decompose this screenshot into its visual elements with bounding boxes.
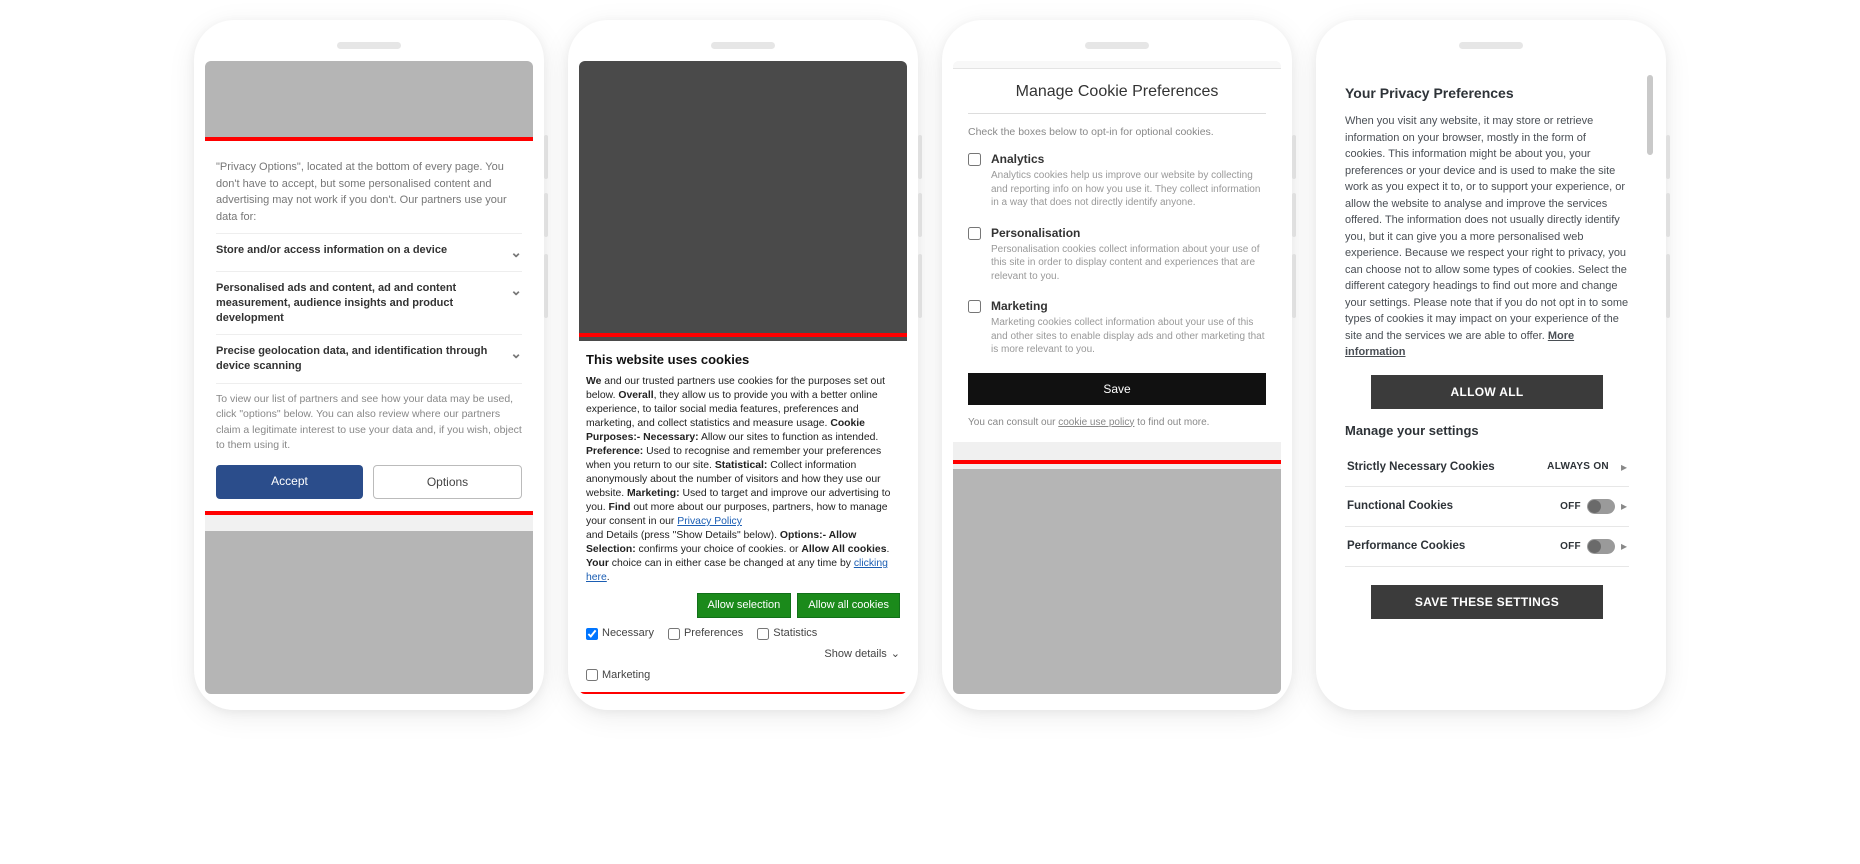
chevron-down-icon: ⌄ xyxy=(891,647,900,662)
purpose-row-geo[interactable]: Precise geolocation data, and identifica… xyxy=(216,334,522,383)
setting-name: Strictly Necessary Cookies xyxy=(1347,461,1495,473)
panel-intro: Check the boxes below to opt-in for opti… xyxy=(968,126,1266,138)
chevron-down-icon: ⌄ xyxy=(502,344,522,363)
option-desc: Marketing cookies collect information ab… xyxy=(991,316,1266,357)
setting-row-strictly-necessary[interactable]: Strictly Necessary Cookies ALWAYS ON ▸ xyxy=(1345,448,1629,487)
screen-1: "Privacy Options", located at the bottom… xyxy=(205,61,533,694)
necessary-checkbox[interactable]: Necessary xyxy=(586,626,654,641)
phone-mock-1: "Privacy Options", located at the bottom… xyxy=(194,20,544,710)
analytics-checkbox[interactable] xyxy=(968,153,981,166)
allow-all-button[interactable]: Allow all cookies xyxy=(797,593,900,618)
toggle-switch[interactable] xyxy=(1587,539,1615,554)
marketing-option: Marketing Marketing cookies collect info… xyxy=(968,299,1266,357)
setting-state: OFF xyxy=(1560,501,1581,512)
statistics-checkbox[interactable]: Statistics xyxy=(757,626,817,641)
purpose-label: Store and/or access information on a dev… xyxy=(216,243,447,258)
privacy-preferences-panel: Your Privacy Preferences When you visit … xyxy=(1331,69,1643,635)
cookie-policy-link[interactable]: cookie use policy xyxy=(1058,417,1134,428)
panel-body: When you visit any website, it may store… xyxy=(1345,113,1629,361)
show-details-toggle[interactable]: Show details⌄ xyxy=(824,647,900,662)
setting-state: ALWAYS ON xyxy=(1547,461,1609,472)
phone-speaker xyxy=(1085,42,1149,49)
marketing-checkbox[interactable] xyxy=(968,300,981,313)
phone-mock-2: This website uses cookies We and our tru… xyxy=(568,20,918,710)
option-label: Personalisation xyxy=(991,226,1266,240)
cookie-banner-1: "Privacy Options", located at the bottom… xyxy=(205,141,533,513)
screen-2: This website uses cookies We and our tru… xyxy=(579,61,907,694)
preferences-checkbox[interactable]: Preferences xyxy=(668,626,743,641)
allow-selection-button[interactable]: Allow selection xyxy=(697,593,792,618)
purpose-label: Precise geolocation data, and identifica… xyxy=(216,344,502,374)
chevron-down-icon: ⌄ xyxy=(502,281,522,300)
personalisation-checkbox[interactable] xyxy=(968,227,981,240)
setting-name: Functional Cookies xyxy=(1347,500,1453,512)
phone-speaker xyxy=(337,42,401,49)
banner-title: This website uses cookies xyxy=(586,351,900,369)
purpose-row-store[interactable]: Store and/or access information on a dev… xyxy=(216,233,522,271)
screen-4: Your Privacy Preferences When you visit … xyxy=(1327,61,1655,694)
panel-footer: You can consult our cookie use policy to… xyxy=(968,417,1266,428)
toggle-switch[interactable] xyxy=(1587,499,1615,514)
screen-3: Manage Cookie Preferences Check the boxe… xyxy=(953,61,1281,694)
scrollbar[interactable] xyxy=(1647,75,1653,155)
banner-body: We and our trusted partners use cookies … xyxy=(586,375,900,586)
phone-mock-4: Your Privacy Preferences When you visit … xyxy=(1316,20,1666,710)
panel-title: Manage Cookie Preferences xyxy=(968,83,1266,114)
allow-all-button[interactable]: ALLOW ALL xyxy=(1371,375,1604,409)
setting-state: OFF xyxy=(1560,541,1581,552)
chevron-right-icon: ▸ xyxy=(1621,460,1627,474)
setting-row-performance[interactable]: Performance Cookies OFF ▸ xyxy=(1345,527,1629,567)
chevron-right-icon: ▸ xyxy=(1621,539,1627,553)
setting-row-functional[interactable]: Functional Cookies OFF ▸ xyxy=(1345,487,1629,527)
phone-mock-3: Manage Cookie Preferences Check the boxe… xyxy=(942,20,1292,710)
privacy-policy-link[interactable]: Privacy Policy xyxy=(677,516,742,527)
banner-note: To view our list of partners and see how… xyxy=(216,383,522,465)
manage-heading: Manage your settings xyxy=(1345,423,1629,438)
analytics-option: Analytics Analytics cookies help us impr… xyxy=(968,152,1266,210)
panel-title: Your Privacy Preferences xyxy=(1345,85,1629,101)
purpose-label: Personalised ads and content, ad and con… xyxy=(216,281,502,326)
option-desc: Personalisation cookies collect informat… xyxy=(991,243,1266,284)
phone-speaker xyxy=(711,42,775,49)
phone-speaker xyxy=(1459,42,1523,49)
chevron-down-icon: ⌄ xyxy=(502,243,522,262)
chevron-right-icon: ▸ xyxy=(1621,499,1627,513)
cookie-preferences-panel: Manage Cookie Preferences Check the boxe… xyxy=(953,69,1281,442)
marketing-checkbox[interactable]: Marketing xyxy=(586,668,900,683)
setting-name: Performance Cookies xyxy=(1347,540,1465,552)
purpose-row-ads[interactable]: Personalised ads and content, ad and con… xyxy=(216,271,522,335)
options-button[interactable]: Options xyxy=(373,465,522,499)
save-settings-button[interactable]: SAVE THESE SETTINGS xyxy=(1371,585,1604,619)
cookie-banner-2: This website uses cookies We and our tru… xyxy=(579,341,907,693)
accept-button[interactable]: Accept xyxy=(216,465,363,499)
banner-intro: "Privacy Options", located at the bottom… xyxy=(216,159,522,225)
option-desc: Analytics cookies help us improve our we… xyxy=(991,169,1266,210)
option-label: Marketing xyxy=(991,299,1266,313)
personalisation-option: Personalisation Personalisation cookies … xyxy=(968,226,1266,284)
option-label: Analytics xyxy=(991,152,1266,166)
save-button[interactable]: Save xyxy=(968,373,1266,405)
